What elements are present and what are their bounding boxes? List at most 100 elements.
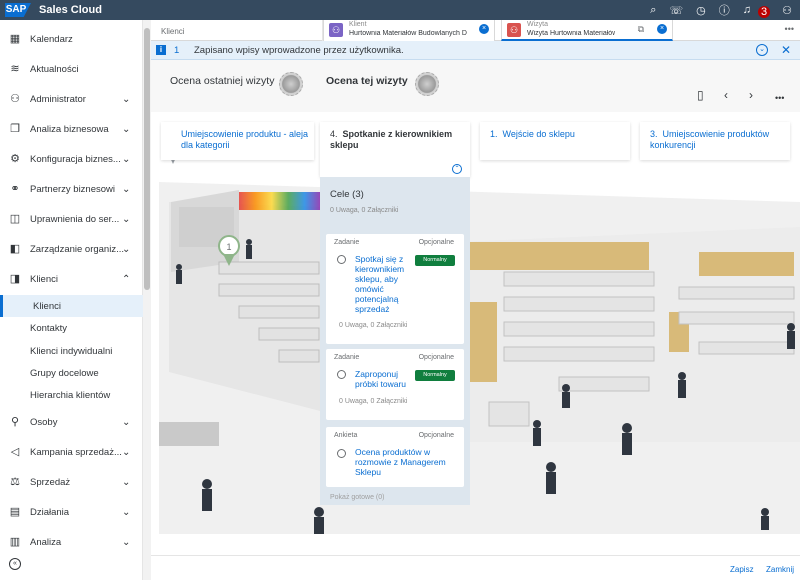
info-icon: i bbox=[156, 45, 166, 55]
search-icon[interactable]: ⌕ bbox=[650, 4, 656, 17]
sidebar-subitem-klienci-indywidualni[interactable]: Klienci indywidualni bbox=[0, 340, 143, 362]
customer-icon: ⚇ bbox=[329, 23, 343, 37]
chevron-down-icon: ⌄ bbox=[122, 243, 131, 255]
shell-header: SAP Sales Cloud ⌕ ☏ ◷ ⓘ ♫ 3 ⚇ bbox=[0, 0, 800, 20]
document-icon[interactable]: ▯ bbox=[697, 88, 704, 102]
sidebar-item-label: Sprzedaż bbox=[30, 476, 71, 488]
message-strip: i 1 Zapisano wpisy wprowadzone przez uży… bbox=[151, 41, 800, 60]
bell-icon[interactable]: ♫ 3 bbox=[743, 4, 771, 18]
tab-klient[interactable]: ⚇ Klient Hurtownia Materiałów Budowlanyc… bbox=[323, 20, 495, 41]
goals-subtitle: 0 Uwaga, 0 Załączniki bbox=[330, 207, 399, 214]
tab-bar: Klienci ⚇ Klient Hurtownia Materiałów Bu… bbox=[151, 20, 800, 41]
last-visit-rating-icon[interactable] bbox=[279, 72, 303, 96]
sap-logo[interactable]: SAP bbox=[5, 3, 31, 17]
tab-klienci[interactable]: Klienci bbox=[151, 20, 323, 41]
goal-radio[interactable] bbox=[337, 449, 346, 458]
clock-icon[interactable]: ◷ bbox=[696, 4, 706, 17]
user-icon[interactable]: ⚇ bbox=[782, 4, 792, 17]
step-label: Umiejscowienie produktu - aleja dla kate… bbox=[181, 129, 314, 151]
overflow-icon[interactable]: ••• bbox=[775, 93, 784, 103]
collapse-sidebar-icon[interactable]: « bbox=[9, 558, 21, 570]
sidebar-item-klienci[interactable]: ◨ Klienci ⌃ bbox=[0, 264, 143, 294]
show-completed-link[interactable]: Pokaż gotowe (0) bbox=[330, 494, 384, 501]
goals-panel: Cele (3) 0 Uwaga, 0 Załączniki Zadanie O… bbox=[320, 177, 470, 505]
step-number: 3. bbox=[650, 129, 658, 139]
goal-radio[interactable] bbox=[337, 370, 346, 379]
sidebar-item-analiza-biznesowa[interactable]: ❐ Analiza biznesowa ⌄ bbox=[0, 114, 143, 144]
sidebar-item-uprawnienia[interactable]: ◫ Uprawnienia do ser... ⌄ bbox=[0, 204, 143, 234]
sidebar-item-label: Działania bbox=[30, 506, 70, 518]
feed-icon: ≋ bbox=[10, 63, 20, 75]
this-visit-rating-icon[interactable] bbox=[415, 72, 439, 96]
sidebar-item-kampania[interactable]: ◁ Kampania sprzedaż... ⌄ bbox=[0, 437, 143, 467]
priority-badge: Normalny bbox=[415, 255, 455, 266]
visit-icon: ⚇ bbox=[507, 23, 521, 37]
external-link-icon[interactable]: ⧉ bbox=[638, 24, 644, 35]
tab-wizyta[interactable]: ⚇ Wizyta Wizyta Hurtownia Materiałów ...… bbox=[501, 20, 673, 41]
goal-card[interactable]: Zadanie Opcjonalne Spotkaj się z kierown… bbox=[326, 234, 464, 344]
priority-badge: Normalny bbox=[415, 370, 455, 381]
step-card-meet-manager[interactable]: 4. Spotkanie z kierownikiem sklepu ⌃ bbox=[320, 122, 470, 177]
sidebar-item-administrator[interactable]: ⚇ Administrator ⌄ bbox=[0, 84, 143, 114]
step-label: 3. Umiejscowienie produktów konkurencji bbox=[650, 129, 790, 151]
sidebar-subitem-grupy-docelowe[interactable]: Grupy docelowe bbox=[0, 362, 143, 384]
help-icon[interactable]: ⓘ bbox=[719, 2, 730, 18]
goal-optional-label: Opcjonalne bbox=[418, 239, 454, 246]
next-icon[interactable]: › bbox=[749, 88, 753, 102]
sidebar-item-partnerzy[interactable]: ⚭ Partnerzy biznesowi ⌄ bbox=[0, 174, 143, 204]
tab-type: Klient bbox=[349, 21, 367, 28]
goal-card[interactable]: Ankieta Opcjonalne Ocena produktów w roz… bbox=[326, 427, 464, 487]
sidebar-item-label: Administrator bbox=[30, 93, 86, 105]
step-title: Umiejscowienie produktów konkurencji bbox=[650, 129, 770, 150]
sidebar-subitem-kontakty[interactable]: Kontakty bbox=[0, 317, 143, 339]
sidebar-item-zarzadzanie[interactable]: ◧ Zarządzanie organiz... ⌄ bbox=[0, 234, 143, 264]
sidebar-item-sprzedaz[interactable]: ⚖ Sprzedaż ⌄ bbox=[0, 467, 143, 497]
sidebar-item-aktualnosci[interactable]: ≋ Aktualności bbox=[0, 54, 143, 84]
sidebar-subitem-label: Kontakty bbox=[30, 322, 67, 334]
step-label: 4. Spotkanie z kierownikiem sklepu bbox=[330, 129, 470, 151]
sidebar-item-osoby[interactable]: ⚲ Osoby ⌄ bbox=[0, 407, 143, 437]
step-label: 1. Wejście do sklepu bbox=[490, 129, 575, 140]
chevron-down-icon: ⌄ bbox=[122, 476, 131, 488]
close-icon[interactable]: × bbox=[657, 24, 667, 34]
chevron-down-icon: ⌄ bbox=[122, 183, 131, 195]
sidebar-subitem-hierarchia[interactable]: Hierarchia klientów bbox=[0, 384, 143, 406]
sidebar-scrollbar[interactable] bbox=[143, 20, 151, 580]
svg-text:1: 1 bbox=[226, 242, 231, 252]
step-card-competitor-products[interactable]: 3. Umiejscowienie produktów konkurencji bbox=[640, 122, 790, 160]
close-button[interactable]: Zamknij bbox=[766, 565, 794, 574]
close-icon[interactable]: ✕ bbox=[781, 43, 791, 57]
store-map[interactable]: 5 1 Umiejscowienie produktu - aleja dla … bbox=[159, 112, 800, 534]
goal-card[interactable]: Zadanie Opcjonalne Zaproponuj próbki tow… bbox=[326, 349, 464, 420]
sidebar-nav: ▦ Kalendarz ≋ Aktualności ⚇ Administrator ⌄ … bbox=[0, 20, 143, 580]
chevron-down-icon: ⌄ bbox=[122, 93, 131, 105]
activity-icon: ▤ bbox=[9, 506, 21, 518]
close-icon[interactable]: × bbox=[479, 24, 489, 34]
goal-link[interactable]: Ocena produktów w rozmowie z Managerem S… bbox=[355, 447, 455, 477]
sidebar-item-kalendarz[interactable]: ▦ Kalendarz bbox=[0, 24, 143, 54]
chevron-down-icon: ⌄ bbox=[122, 536, 131, 548]
sidebar-subitem-label: Klienci indywidualni bbox=[30, 345, 113, 357]
goal-radio[interactable] bbox=[337, 255, 346, 264]
sidebar-subitem-label: Grupy docelowe bbox=[30, 367, 99, 379]
sidebar-subitem-klienci[interactable]: Klienci bbox=[0, 295, 143, 317]
step-card-store-entry[interactable]: 1. Wejście do sklepu bbox=[480, 122, 630, 160]
sidebar-item-dzialania[interactable]: ▤ Działania ⌄ bbox=[0, 497, 143, 527]
sidebar-item-label: Analiza biznesowa bbox=[30, 123, 109, 135]
sidebar-item-konfiguracja[interactable]: ⚙ Konfiguracja biznes... ⌄ bbox=[0, 144, 143, 174]
goal-link[interactable]: Zaproponuj próbki towaru bbox=[355, 369, 413, 389]
chat-icon[interactable]: ☏ bbox=[669, 4, 683, 17]
collapse-icon[interactable]: ⌃ bbox=[452, 164, 462, 174]
step-card-category-aisle[interactable]: Umiejscowienie produktu - aleja dla kate… bbox=[161, 122, 314, 160]
customer-icon: ◨ bbox=[9, 273, 21, 285]
previous-icon[interactable]: ‹ bbox=[724, 88, 728, 102]
tab-type: Wizyta bbox=[527, 21, 548, 28]
chevron-down-icon: ⌄ bbox=[122, 446, 131, 458]
step-title: Wejście do sklepu bbox=[502, 129, 575, 139]
sidebar-item-analiza[interactable]: ▥ Analiza ⌄ bbox=[0, 527, 143, 557]
expand-icon[interactable]: ⌄ bbox=[756, 44, 768, 56]
goal-link[interactable]: Spotkaj się z kierownikiem sklepu, aby o… bbox=[355, 254, 411, 314]
overflow-icon[interactable]: ••• bbox=[785, 24, 794, 34]
scrollbar-thumb[interactable] bbox=[144, 28, 150, 290]
save-button[interactable]: Zapisz bbox=[730, 565, 754, 574]
